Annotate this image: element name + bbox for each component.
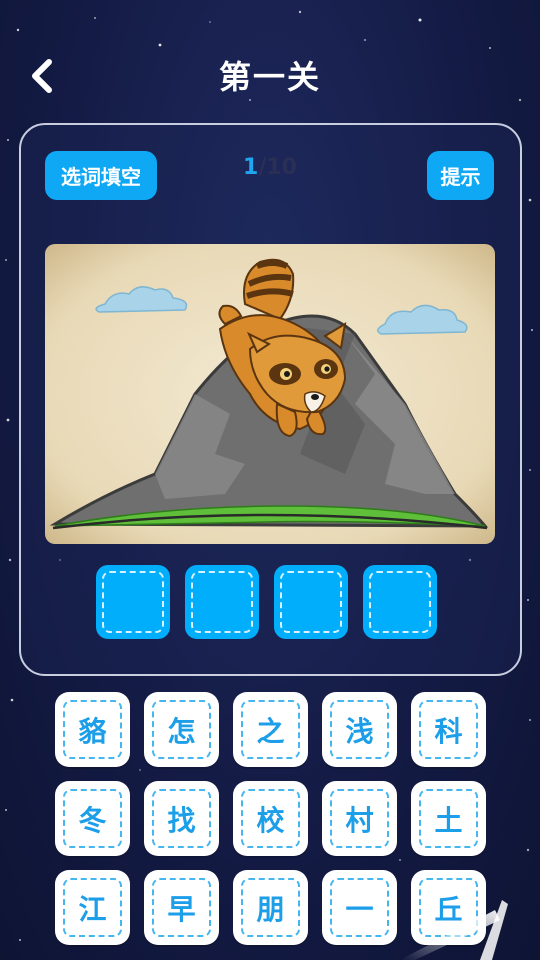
level-title: 第一关	[218, 58, 321, 96]
word-tile[interactable]: 之	[233, 692, 308, 767]
word-tile[interactable]: 早	[144, 870, 219, 945]
word-tile[interactable]: 科	[411, 692, 486, 767]
progress-current: 1	[243, 155, 259, 180]
word-tile[interactable]: 校	[233, 781, 308, 856]
hint-button[interactable]: 提示	[427, 151, 494, 200]
answer-slot[interactable]	[274, 565, 348, 639]
word-tile[interactable]: 村	[322, 781, 397, 856]
word-tile-label: 早	[167, 892, 196, 926]
word-tile[interactable]: 浅	[322, 692, 397, 767]
word-tile[interactable]: 冬	[55, 781, 130, 856]
word-tile-label: 一	[345, 892, 374, 926]
word-tile-label: 找	[167, 803, 196, 837]
raccoon-on-mountain-illustration	[45, 244, 495, 544]
word-tile[interactable]: 土	[411, 781, 486, 856]
word-tile-label: 之	[256, 714, 285, 748]
progress-total: /10	[258, 155, 297, 180]
answer-slot[interactable]	[96, 565, 170, 639]
word-tile-label: 村	[345, 803, 374, 837]
word-tile-label: 冬	[78, 803, 107, 837]
word-tile-label: 校	[256, 803, 285, 837]
word-tile[interactable]: 貉	[55, 692, 130, 767]
fill-in-mode-button[interactable]: 选词填空	[45, 151, 157, 200]
word-tile[interactable]: 怎	[144, 692, 219, 767]
word-tile[interactable]: 江	[55, 870, 130, 945]
puzzle-image	[45, 244, 495, 544]
word-tile-label: 科	[434, 714, 463, 748]
answer-slot[interactable]	[363, 565, 437, 639]
answer-slot[interactable]	[185, 565, 259, 639]
progress-indicator: 1/10	[230, 155, 310, 180]
word-tile-label: 江	[78, 892, 107, 926]
word-tile-label: 貉	[78, 714, 107, 748]
word-tile[interactable]: 朋	[233, 870, 308, 945]
word-tile-label: 怎	[167, 714, 196, 748]
word-tile[interactable]: 丘	[411, 870, 486, 945]
word-tile[interactable]: 一	[322, 870, 397, 945]
word-tile-label: 浅	[345, 714, 374, 748]
word-tile-label: 丘	[434, 892, 463, 926]
word-tile-label: 土	[434, 803, 463, 837]
word-tile-label: 朋	[256, 892, 285, 926]
word-tile[interactable]: 找	[144, 781, 219, 856]
